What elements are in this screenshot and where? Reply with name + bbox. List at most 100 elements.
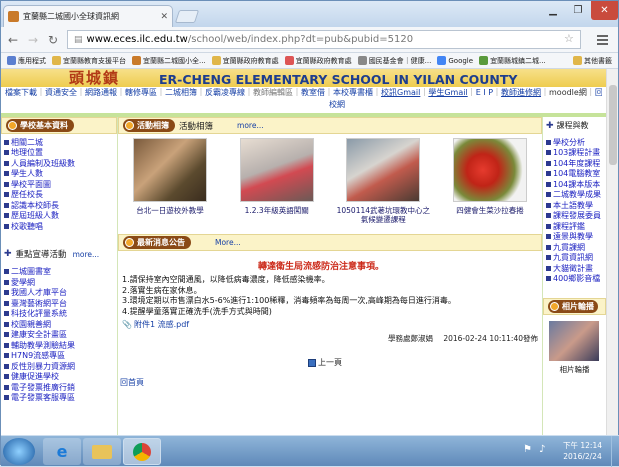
nav-bookshelf[interactable]: 本校專書櫃 — [333, 88, 373, 97]
list-item[interactable]: 愛學網 — [1, 277, 117, 288]
list-item[interactable]: 認識本校師長 — [1, 200, 117, 211]
nav-file-download[interactable]: 檔案下載 — [5, 88, 37, 97]
taskbar-ie-icon[interactable]: e — [43, 438, 81, 465]
photo-caption[interactable]: 台北一日遊校外教學 — [121, 206, 219, 215]
list-item[interactable]: 二城教學成果 — [543, 190, 606, 201]
nav-anti-bullying[interactable]: 反霸凌專線 — [205, 88, 245, 97]
attachment-link[interactable]: 附件1 流感.pdf — [134, 320, 189, 331]
browser-menu-icon[interactable] — [593, 32, 611, 48]
list-item[interactable]: 104年度課程 — [543, 158, 606, 169]
list-item[interactable]: 104課本版本 — [543, 179, 606, 190]
list-item[interactable]: 400鄉影音檔 — [543, 274, 606, 285]
list-item[interactable]: 學生人數 — [1, 169, 117, 180]
nav-moodle[interactable]: moodle網 — [549, 88, 587, 97]
list-item[interactable]: 校歌聽唱 — [1, 221, 117, 232]
list-item[interactable]: 輔助教學測驗結果 — [1, 340, 117, 351]
list-item[interactable]: 反性別暴力資源網 — [1, 361, 117, 372]
list-item[interactable]: 電子發票推廣行銷 — [1, 382, 117, 393]
nav-info-security[interactable]: 資通安全 — [45, 88, 77, 97]
maximize-icon[interactable]: ❐ — [566, 1, 590, 20]
taskbar-explorer-icon[interactable] — [83, 438, 121, 465]
list-item[interactable]: 課程發展委員 — [543, 211, 606, 222]
news-more-link[interactable]: More... — [215, 238, 241, 247]
prev-page-link[interactable]: 上一頁 — [308, 357, 342, 368]
nav-repair[interactable]: 轄修專區 — [125, 88, 157, 97]
close-tab-icon[interactable]: ✕ — [160, 12, 168, 22]
list-item[interactable]: 學校分析 — [543, 137, 606, 148]
photo-thumbnail[interactable] — [239, 138, 314, 202]
list-item[interactable]: 校園親善網 — [1, 319, 117, 330]
photo-thumbnail[interactable] — [452, 138, 527, 202]
photo-card[interactable]: 1050114武荖坑環教中心之氣候變遷課程 — [334, 138, 432, 234]
bookmark-item[interactable]: 宜蘭縣二城國小全... — [132, 56, 206, 66]
list-item[interactable]: 歷任校長 — [1, 190, 117, 201]
forward-arrow-icon[interactable]: → — [25, 32, 41, 48]
photo-thumbnail[interactable] — [346, 138, 421, 202]
bookmark-item[interactable]: 宜蘭縣教育支援平台 — [52, 56, 126, 66]
list-item[interactable]: 建康安全計畫區 — [1, 330, 117, 341]
list-item[interactable]: 104電腦教室 — [543, 169, 606, 180]
page-info-icon[interactable]: ▤ — [74, 35, 83, 45]
scrollbar-thumb[interactable] — [609, 85, 617, 165]
start-button[interactable] — [3, 438, 35, 465]
list-item[interactable]: 二城圖書室 — [1, 267, 117, 278]
bookmark-google[interactable]: Google — [437, 56, 473, 65]
list-item[interactable]: 相關二城 — [1, 137, 117, 148]
list-item[interactable]: H7N9流感專區 — [1, 351, 117, 362]
minimize-icon[interactable]: ▁ — [541, 1, 565, 20]
list-item[interactable]: 歷屆班級人數 — [1, 211, 117, 222]
photo-thumbnail[interactable] — [133, 138, 207, 202]
photo-caption[interactable]: 四健會生菜沙拉春捲 — [441, 206, 539, 215]
bookmark-star-icon[interactable]: ☆ — [564, 32, 574, 45]
list-item[interactable]: 科技化評量系統 — [1, 309, 117, 320]
taskbar-clock[interactable]: 下午 12:14 2016/2/24 — [563, 440, 602, 462]
taskbar-chrome-icon[interactable] — [123, 438, 161, 465]
album-more-link[interactable]: more... — [237, 121, 264, 130]
bookmark-item[interactable]: 宜蘭縣城鎮二城... — [479, 56, 546, 66]
photo-card[interactable]: 台北一日遊校外教學 — [121, 138, 219, 234]
photo-card[interactable]: 四健會生菜沙拉春捲 — [441, 138, 539, 234]
url-bar[interactable]: ▤ www.eces.ilc.edu.tw/school/web/index.p… — [67, 30, 581, 49]
bookmark-item[interactable]: 宜蘭縣政府教育處 — [284, 56, 352, 66]
vertical-scrollbar[interactable] — [606, 69, 618, 435]
bookmark-apps[interactable]: 應用程式 — [7, 56, 46, 66]
list-item[interactable]: 人員編制及班級數 — [1, 158, 117, 169]
photo-card[interactable]: 1.2.3年級英語闖關 — [228, 138, 326, 234]
list-item[interactable]: 九貫課網 — [543, 242, 606, 253]
other-bookmarks[interactable]: 其他書籤 — [573, 56, 612, 66]
nav-school-gmail[interactable]: 校訊Gmail — [381, 88, 420, 97]
list-item[interactable]: 遠景與教學 — [543, 232, 606, 243]
carousel-photo[interactable] — [549, 321, 599, 361]
close-window-icon[interactable]: ✕ — [591, 1, 618, 20]
list-item[interactable]: 電子發票客服專區 — [1, 393, 117, 404]
bookmark-item[interactable]: 宜蘭縣政府教育處 — [211, 56, 279, 66]
new-tab-button[interactable] — [174, 10, 200, 23]
browser-tab[interactable]: 宜蘭縣二城國小全球資訊網 ✕ — [3, 5, 173, 27]
nav-school-site[interactable]: 校網 — [329, 100, 345, 109]
back-arrow-icon[interactable]: ← — [5, 32, 21, 48]
photo-caption[interactable]: 1.2.3年級英語闖關 — [228, 206, 326, 215]
list-item[interactable]: 本土語教學 — [543, 200, 606, 211]
photo-caption[interactable]: 1050114武荖坑環教中心之氣候變遷課程 — [334, 206, 432, 224]
nav-network-report[interactable]: 網路通報 — [85, 88, 117, 97]
nav-student-gmail[interactable]: 學生Gmail — [428, 88, 467, 97]
nav-teacher-training[interactable]: 教師進修網 — [501, 88, 541, 97]
nav-classroom-borrow[interactable]: 教室借 — [301, 88, 325, 97]
back-home-link[interactable]: 回首頁 — [120, 377, 144, 388]
reload-icon[interactable]: ↻ — [45, 32, 61, 48]
list-item[interactable]: 我國人才庫平台 — [1, 288, 117, 299]
bookmark-item[interactable]: 國民基金會｜健康... — [357, 56, 431, 66]
promotion-more-link[interactable]: more... — [73, 250, 100, 259]
list-item[interactable]: 臺灣藝術網平台 — [1, 298, 117, 309]
show-desktop-button[interactable] — [611, 436, 619, 467]
list-item[interactable]: 健康促進學校 — [1, 372, 117, 383]
nav-home[interactable]: 回首 — [595, 88, 602, 97]
list-item[interactable]: 學校平面圖 — [1, 179, 117, 190]
nav-photo-album[interactable]: 二城相簿 — [165, 88, 197, 97]
list-item[interactable]: 地理位置 — [1, 148, 117, 159]
list-item[interactable]: 大貓徵計畫 — [543, 263, 606, 274]
list-item[interactable]: 課程評鑑 — [543, 221, 606, 232]
nav-teacher-edit[interactable]: 教師編輯區 — [253, 88, 293, 97]
nav-eip[interactable]: E I P — [476, 88, 493, 97]
list-item[interactable]: 103課程計畫 — [543, 148, 606, 159]
